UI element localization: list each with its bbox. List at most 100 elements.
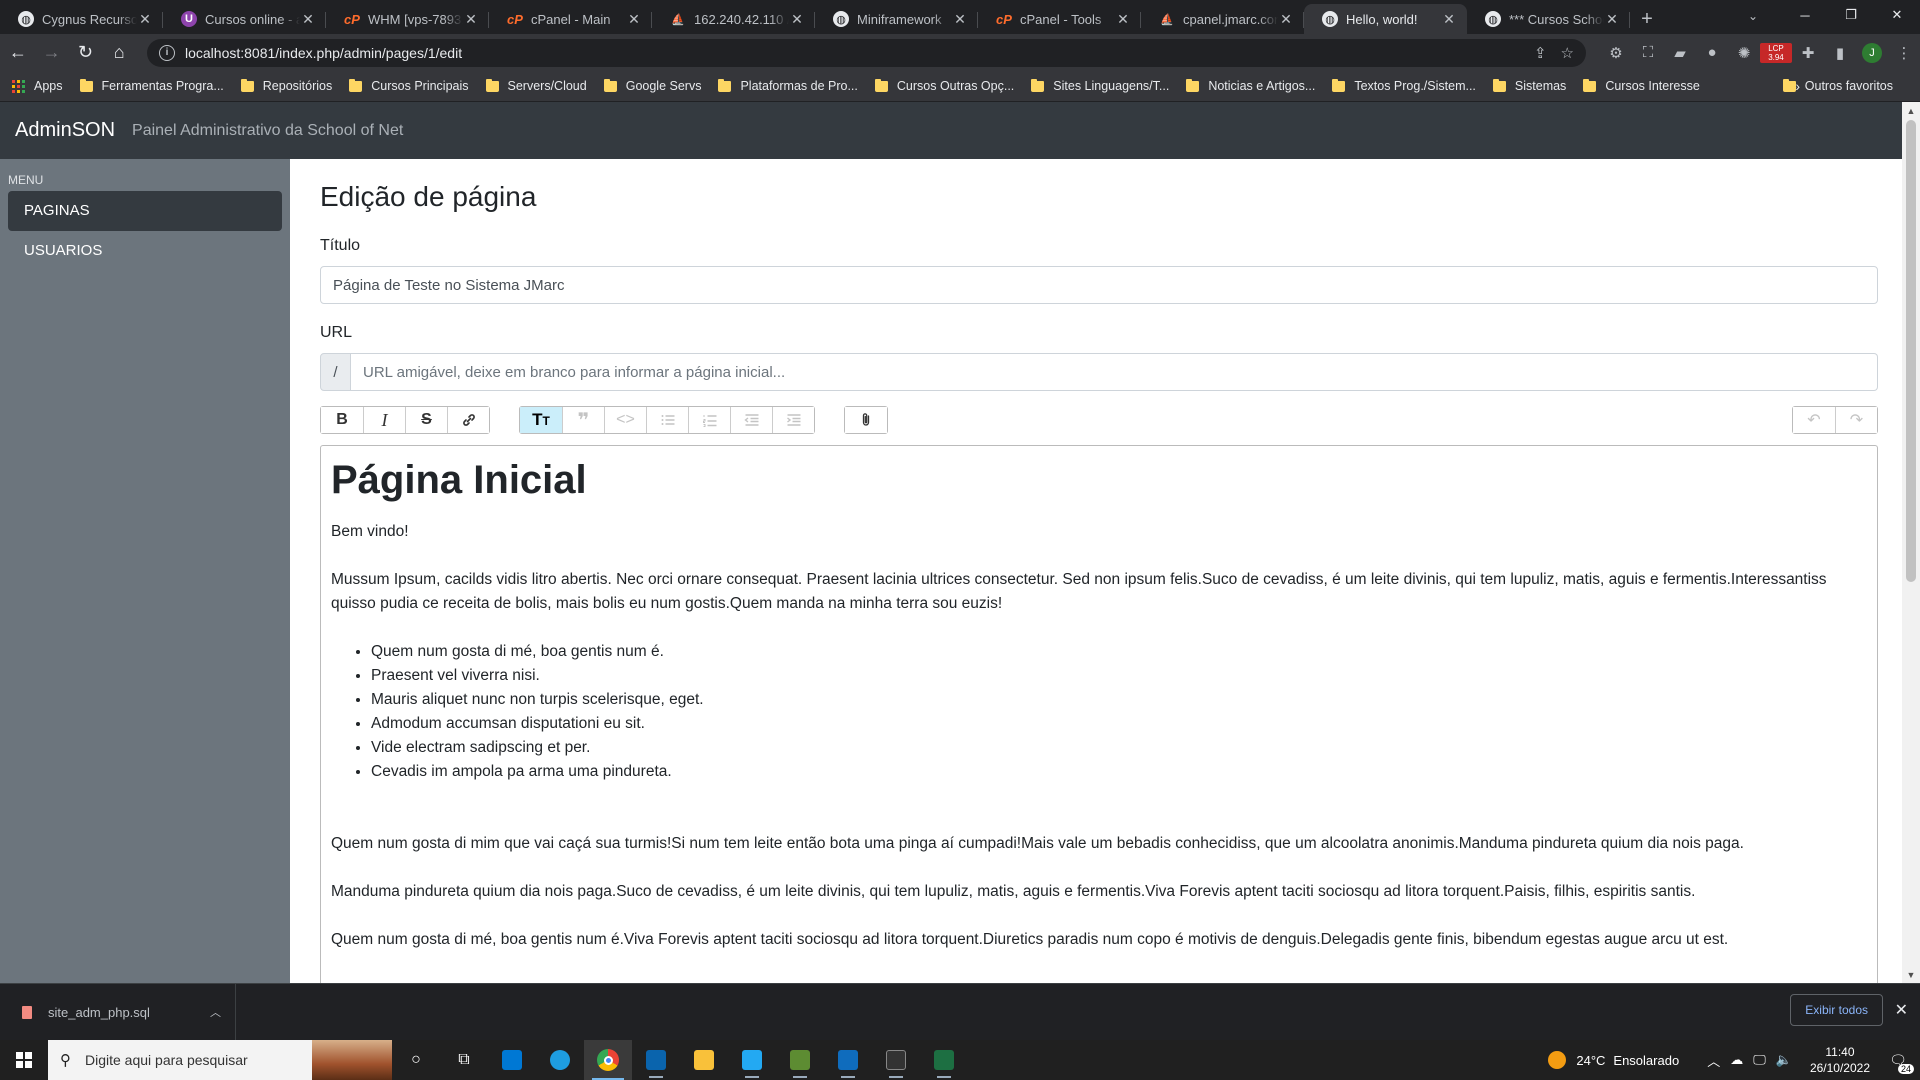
browser-tab[interactable]: cP cPanel - Main ✕ (489, 4, 652, 34)
cortana-icon[interactable]: ○ (392, 1040, 440, 1080)
bookmark-apps[interactable]: Apps (12, 79, 63, 93)
redo-icon[interactable]: ↷ (1835, 407, 1877, 433)
increase-indent-icon[interactable] (772, 407, 814, 433)
bookmark-folder[interactable]: Cursos Principais (349, 78, 469, 93)
close-icon[interactable]: ✕ (626, 11, 642, 28)
extension-web-icon[interactable]: ✺ (1728, 39, 1760, 67)
sidebar-item-paginas[interactable]: PAGINAS (8, 191, 282, 231)
browser-tab[interactable]: ⛵ cpanel.jmarc.com.b✕ (1141, 4, 1304, 34)
rich-text-editor[interactable]: Página Inicial Bem vindo! Mussum Ipsum, … (320, 445, 1878, 983)
close-icon[interactable]: ✕ (952, 11, 968, 28)
decrease-indent-icon[interactable] (730, 407, 772, 433)
network-icon[interactable]: 🖵 (1753, 1052, 1766, 1068)
bookmark-folder[interactable]: Repositórios (240, 78, 332, 93)
site-info-icon[interactable]: i (159, 44, 175, 61)
weather-condition[interactable]: Ensolarado (1613, 1053, 1679, 1068)
page-scrollbar[interactable]: ▲ ▼ (1902, 102, 1920, 983)
scroll-down-icon[interactable]: ▼ (1902, 966, 1920, 983)
close-icon[interactable]: ✕ (1895, 1000, 1908, 1020)
share-icon[interactable]: ⇪ (1534, 44, 1547, 62)
extension-circle-icon[interactable]: ● (1696, 39, 1728, 67)
gear-icon[interactable]: ⚙ (1600, 39, 1632, 67)
edge-icon[interactable] (536, 1040, 584, 1080)
taskbar-search[interactable]: ⚲ Digite aqui para pesquisar (48, 1040, 392, 1080)
close-icon[interactable]: ✕ (300, 11, 316, 28)
vscode-icon[interactable] (728, 1040, 776, 1080)
browser-tab[interactable]: cP cPanel - Tools ✕ (978, 4, 1141, 34)
bookmark-folder[interactable]: Ferramentas Progra... (79, 78, 224, 93)
bookmark-folder[interactable]: Sistemas (1492, 78, 1566, 93)
menu-kebab-icon[interactable]: ⋮ (1888, 39, 1920, 67)
minimize-icon[interactable]: ─ (1782, 0, 1828, 30)
browser-tab-active[interactable]: ◍ Hello, world! ✕ (1304, 4, 1467, 34)
title-input[interactable] (320, 266, 1878, 304)
url-text[interactable]: localhost:8081/index.php/admin/pages/1/e… (185, 45, 1520, 61)
heading-icon[interactable]: TT (520, 407, 562, 433)
bookmark-folder[interactable]: Cursos Interesse (1583, 78, 1700, 93)
link-icon[interactable] (447, 407, 489, 433)
start-button[interactable] (0, 1040, 48, 1080)
store-icon[interactable] (488, 1040, 536, 1080)
home-icon[interactable]: ⌂ (103, 39, 135, 67)
address-bar[interactable]: i localhost:8081/index.php/admin/pages/1… (147, 38, 1586, 67)
scroll-up-icon[interactable]: ▲ (1902, 102, 1920, 119)
chevron-up-icon[interactable]: ︿ (1707, 1051, 1720, 1070)
onedrive-icon[interactable]: ☁ (1730, 1052, 1743, 1068)
close-icon[interactable]: ✕ (1604, 11, 1620, 28)
browser-tab[interactable]: ⛵ 162.240.42.110 / lo✕ (652, 4, 815, 34)
scrollbar-thumb[interactable] (1906, 120, 1916, 582)
bookmark-folder[interactable]: Sites Linguagens/T... (1031, 78, 1169, 93)
bookmark-folder[interactable]: Google Servs (603, 78, 701, 93)
brand-logo[interactable]: AdminSON (15, 119, 115, 142)
reload-icon[interactable]: ↻ (70, 39, 102, 67)
side-panel-icon[interactable]: ▮ (1824, 39, 1856, 67)
numbered-list-icon[interactable] (688, 407, 730, 433)
download-item[interactable]: site_adm_php.sql ︿ (0, 983, 236, 1041)
file-explorer-icon[interactable] (680, 1040, 728, 1080)
task-view-icon[interactable]: ⧉ (440, 1040, 488, 1080)
screenshot-icon[interactable]: ⛶ (1632, 39, 1664, 67)
browser-tab[interactable]: ◍ Cygnus Recursos H✕ (0, 4, 163, 34)
bookmark-folder[interactable]: Noticias e Artigos... (1186, 78, 1315, 93)
browser-tab[interactable]: cP WHM [vps-789315✕ (326, 4, 489, 34)
extension-blue-icon[interactable]: ▰ (1664, 39, 1696, 67)
browser-tab[interactable]: ◍ Miniframework ✕ (815, 4, 978, 34)
close-icon[interactable]: ✕ (463, 11, 479, 28)
code-icon[interactable]: <> (604, 407, 646, 433)
attachment-icon[interactable] (845, 407, 887, 433)
lcp-extension-icon[interactable]: LCP 3.94 (1759, 39, 1792, 67)
clock[interactable]: 11:40 26/10/2022 (1810, 1044, 1870, 1076)
bookmark-folder[interactable]: Textos Prog./Sistem... (1332, 78, 1476, 93)
other-bookmarks[interactable]: Outros favoritos (1782, 78, 1893, 93)
close-icon[interactable]: ✕ (1115, 11, 1131, 28)
browser-tab[interactable]: U Cursos online - ap ✕ (163, 4, 326, 34)
notification-icon[interactable]: 🗨 24 (1884, 1046, 1914, 1074)
bookmark-star-icon[interactable]: ☆ (1561, 44, 1574, 62)
close-window-icon[interactable]: ✕ (1874, 0, 1920, 30)
strikethrough-icon[interactable]: S (405, 407, 447, 433)
new-tab-button[interactable]: + (1630, 4, 1664, 34)
bookmark-folder[interactable]: Servers/Cloud (485, 78, 587, 93)
terminal-icon[interactable] (872, 1040, 920, 1080)
weather-sun-icon[interactable] (1548, 1051, 1567, 1069)
minecraft-icon[interactable] (776, 1040, 824, 1080)
sidebar-item-usuarios[interactable]: USUARIOS (8, 231, 282, 271)
quote-icon[interactable]: ❞ (562, 407, 604, 433)
close-icon[interactable]: ✕ (1441, 11, 1457, 28)
forward-icon[interactable]: → (36, 39, 68, 67)
close-icon[interactable]: ✕ (1278, 11, 1294, 28)
restore-icon[interactable]: ❐ (1828, 0, 1874, 30)
undo-icon[interactable]: ↶ (1793, 407, 1835, 433)
excel-icon[interactable] (920, 1040, 968, 1080)
tab-search-icon[interactable]: ⌄ (1738, 4, 1768, 28)
close-icon[interactable]: ✕ (789, 11, 805, 28)
show-all-downloads-button[interactable]: Exibir todos (1790, 994, 1883, 1026)
back-icon[interactable]: ← (2, 39, 34, 67)
bookmark-folder[interactable]: Plataformas de Pro... (718, 78, 858, 93)
bookmark-folder[interactable]: Cursos Outras Opç... (874, 78, 1014, 93)
bullet-list-icon[interactable] (646, 407, 688, 433)
chrome-icon[interactable] (584, 1040, 632, 1080)
close-icon[interactable]: ✕ (137, 11, 153, 28)
bold-icon[interactable]: B (321, 407, 363, 433)
chevron-up-icon[interactable]: ︿ (210, 1004, 221, 1020)
